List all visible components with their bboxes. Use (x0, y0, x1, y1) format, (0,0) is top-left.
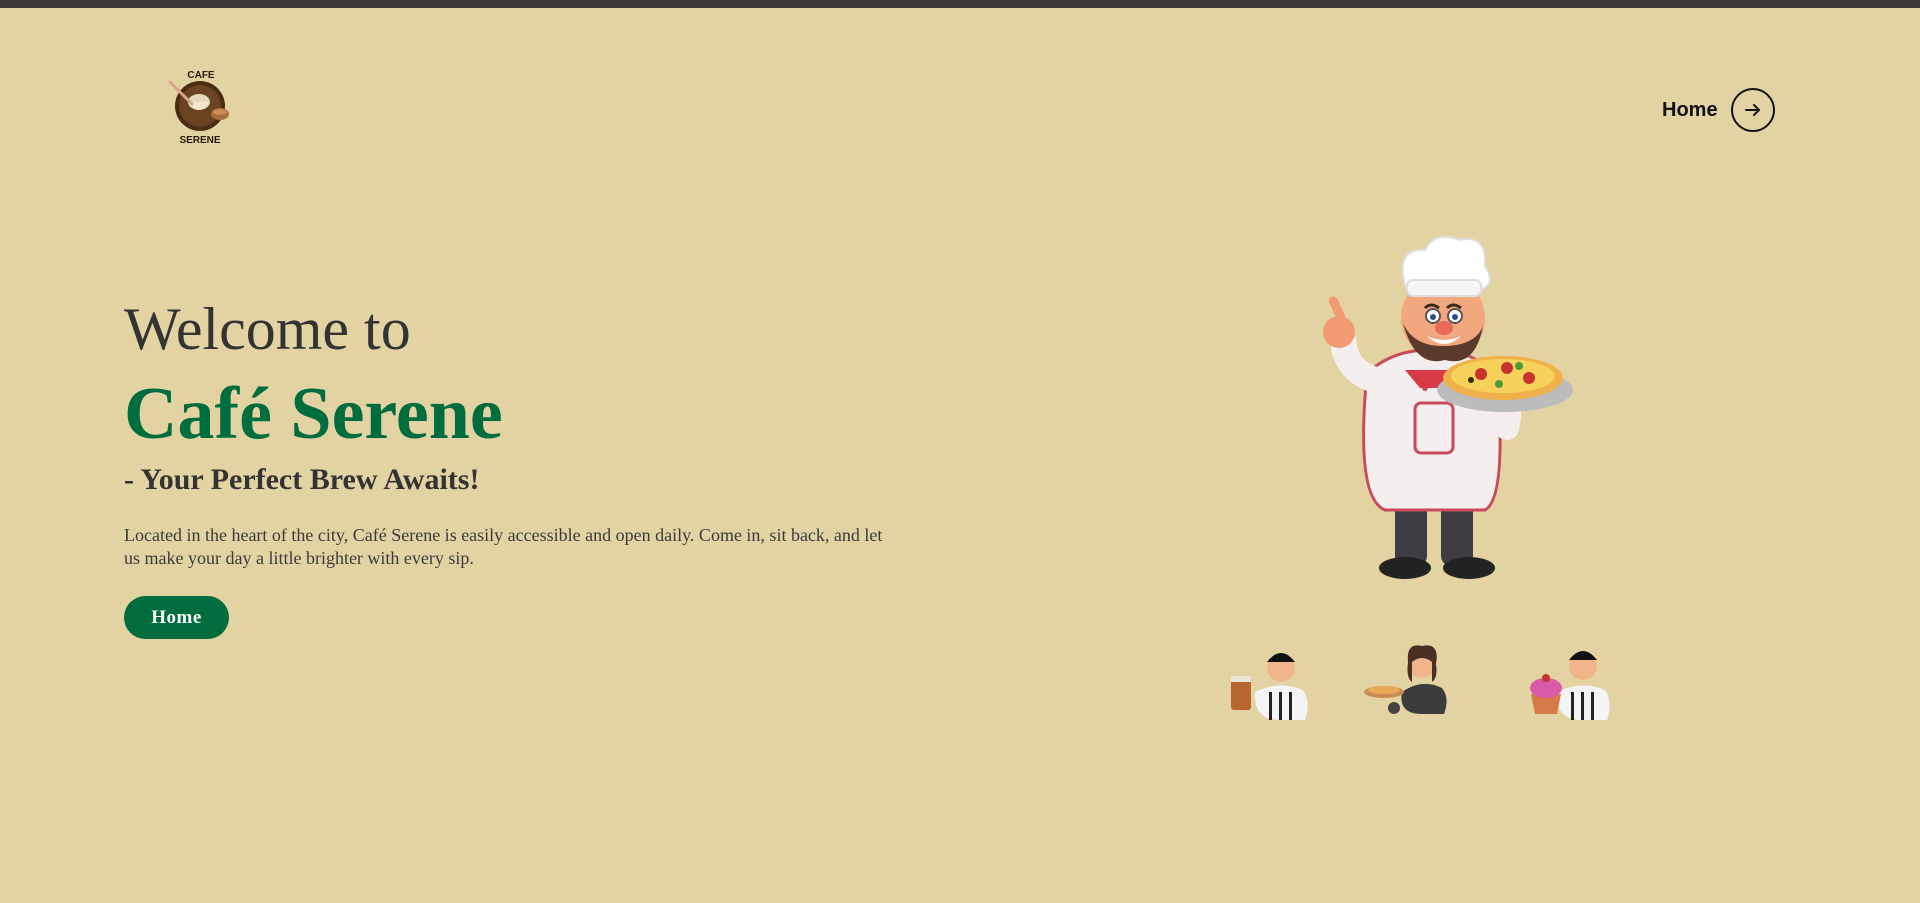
hero-description: Located in the heart of the city, Café S… (124, 525, 883, 568)
cafe-logo[interactable]: CAFE SERENE (162, 68, 240, 150)
hero-title: Café Serene (124, 373, 503, 455)
arrow-right-icon (1744, 104, 1760, 116)
nav-arrow-button[interactable] (1730, 88, 1775, 132)
server-with-coffee-illustration (1231, 653, 1308, 720)
hero-home-button[interactable]: Home (124, 596, 229, 639)
server-with-pizza-illustration (1364, 645, 1447, 714)
nav-home-label: Home (1662, 98, 1718, 121)
svg-text:SERENE: SERENE (179, 135, 220, 146)
chef-with-pizza-illustration (1323, 235, 1573, 579)
chef-illustration (1275, 228, 1575, 588)
mini-illustration-cupcake (1527, 632, 1627, 722)
svg-text:CAFE: CAFE (187, 70, 215, 81)
mini-illustration-pizza (1362, 632, 1462, 722)
cafe-logo-icon: CAFE SERENE (168, 70, 229, 146)
hero-tagline: - Your Perfect Brew Awaits! (124, 463, 480, 496)
server-with-cupcake-illustration (1530, 651, 1610, 720)
nav-home-link[interactable]: Home (1662, 88, 1775, 132)
hero-welcome: Welcome to (124, 296, 411, 362)
top-bar (0, 0, 1920, 8)
mini-illustration-coffee (1225, 632, 1325, 722)
